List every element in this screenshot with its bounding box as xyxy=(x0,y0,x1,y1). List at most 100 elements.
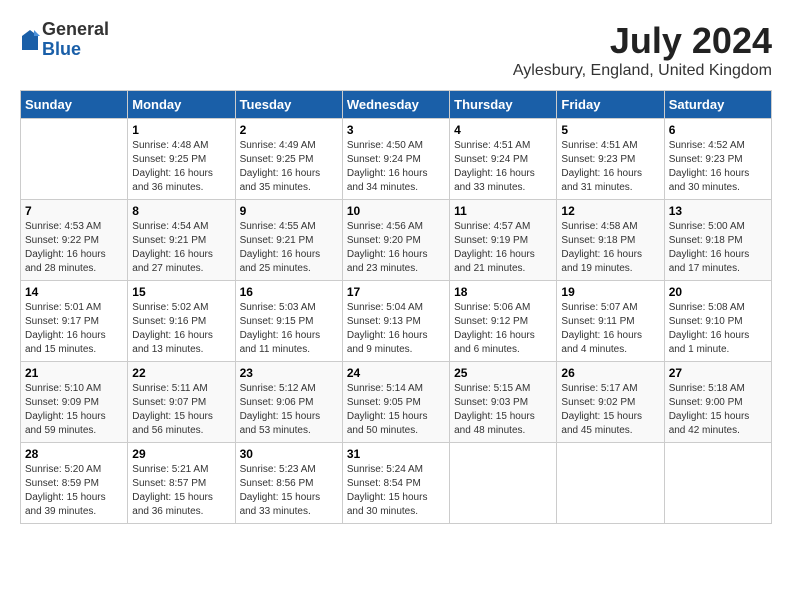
calendar-cell: 12 Sunrise: 4:58 AM Sunset: 9:18 PM Dayli… xyxy=(557,200,664,281)
calendar-cell: 29 Sunrise: 5:21 AM Sunset: 8:57 PM Dayli… xyxy=(128,443,235,524)
day-info: Sunrise: 5:03 AM Sunset: 9:15 PM Dayligh… xyxy=(240,301,338,357)
day-info: Sunrise: 5:15 AM Sunset: 9:03 PM Dayligh… xyxy=(454,382,552,438)
day-info: Sunrise: 5:20 AM Sunset: 8:59 PM Dayligh… xyxy=(25,463,123,519)
calendar-cell: 7Sunrise: 4:53 AM Sunset: 9:22 PM Daylig… xyxy=(21,200,128,281)
location-title: Aylesbury, England, United Kingdom xyxy=(513,62,772,80)
calendar-cell: 26 Sunrise: 5:17 AM Sunset: 9:02 PM Dayli… xyxy=(557,362,664,443)
day-info: Sunrise: 4:48 AM Sunset: 9:25 PM Dayligh… xyxy=(132,139,230,195)
calendar-cell xyxy=(664,443,771,524)
weekday-header: Monday xyxy=(128,91,235,119)
calendar-cell xyxy=(21,119,128,200)
calendar-cell: 13Sunrise: 5:00 AM Sunset: 9:18 PM Dayli… xyxy=(664,200,771,281)
day-number: 1 xyxy=(132,123,230,137)
logo-general-text: General xyxy=(42,20,109,40)
day-number: 11 xyxy=(454,204,552,218)
day-number: 9 xyxy=(240,204,338,218)
day-info: Sunrise: 5:07 AM Sunset: 9:11 PM Dayligh… xyxy=(561,301,659,357)
title-block: July 2024 Aylesbury, England, United Kin… xyxy=(513,20,772,80)
calendar-cell: 15Sunrise: 5:02 AM Sunset: 9:16 PM Dayli… xyxy=(128,281,235,362)
day-info: Sunrise: 4:55 AM Sunset: 9:21 PM Dayligh… xyxy=(240,220,338,276)
weekday-header: Friday xyxy=(557,91,664,119)
day-number: 19 xyxy=(561,285,659,299)
calendar-cell xyxy=(450,443,557,524)
calendar-cell: 30 Sunrise: 5:23 AM Sunset: 8:56 PM Dayli… xyxy=(235,443,342,524)
day-info: Sunrise: 4:51 AM Sunset: 9:24 PM Dayligh… xyxy=(454,139,552,195)
calendar-cell: 16 Sunrise: 5:03 AM Sunset: 9:15 PM Dayli… xyxy=(235,281,342,362)
logo: General Blue xyxy=(20,20,109,60)
day-info: Sunrise: 5:10 AM Sunset: 9:09 PM Dayligh… xyxy=(25,382,123,438)
day-number: 5 xyxy=(561,123,659,137)
calendar-cell: 19 Sunrise: 5:07 AM Sunset: 9:11 PM Dayli… xyxy=(557,281,664,362)
calendar-cell: 18 Sunrise: 5:06 AM Sunset: 9:12 PM Dayli… xyxy=(450,281,557,362)
day-number: 25 xyxy=(454,366,552,380)
weekday-header: Tuesday xyxy=(235,91,342,119)
calendar-cell: 21 Sunrise: 5:10 AM Sunset: 9:09 PM Dayli… xyxy=(21,362,128,443)
logo-blue-text: Blue xyxy=(42,40,109,60)
month-title: July 2024 xyxy=(513,20,772,62)
day-info: Sunrise: 5:04 AM Sunset: 9:13 PM Dayligh… xyxy=(347,301,445,357)
day-info: Sunrise: 5:06 AM Sunset: 9:12 PM Dayligh… xyxy=(454,301,552,357)
calendar-cell: 1 Sunrise: 4:48 AM Sunset: 9:25 PM Daylig… xyxy=(128,119,235,200)
day-number: 6 xyxy=(669,123,767,137)
day-number: 17 xyxy=(347,285,445,299)
calendar-body: 1 Sunrise: 4:48 AM Sunset: 9:25 PM Daylig… xyxy=(21,119,772,524)
calendar-cell: 27Sunrise: 5:18 AM Sunset: 9:00 PM Dayli… xyxy=(664,362,771,443)
calendar-cell: 10 Sunrise: 4:56 AM Sunset: 9:20 PM Dayli… xyxy=(342,200,449,281)
day-info: Sunrise: 4:49 AM Sunset: 9:25 PM Dayligh… xyxy=(240,139,338,195)
day-info: Sunrise: 5:21 AM Sunset: 8:57 PM Dayligh… xyxy=(132,463,230,519)
calendar-cell: 5 Sunrise: 4:51 AM Sunset: 9:23 PM Daylig… xyxy=(557,119,664,200)
calendar-cell: 3 Sunrise: 4:50 AM Sunset: 9:24 PM Daylig… xyxy=(342,119,449,200)
day-info: Sunrise: 5:08 AM Sunset: 9:10 PM Dayligh… xyxy=(669,301,767,357)
day-info: Sunrise: 4:50 AM Sunset: 9:24 PM Dayligh… xyxy=(347,139,445,195)
day-info: Sunrise: 4:51 AM Sunset: 9:23 PM Dayligh… xyxy=(561,139,659,195)
day-number: 31 xyxy=(347,447,445,461)
calendar-cell: 14 Sunrise: 5:01 AM Sunset: 9:17 PM Dayli… xyxy=(21,281,128,362)
day-info: Sunrise: 5:00 AM Sunset: 9:18 PM Dayligh… xyxy=(669,220,767,276)
calendar-cell: 9 Sunrise: 4:55 AM Sunset: 9:21 PM Daylig… xyxy=(235,200,342,281)
day-info: Sunrise: 5:17 AM Sunset: 9:02 PM Dayligh… xyxy=(561,382,659,438)
day-info: Sunrise: 4:52 AM Sunset: 9:23 PM Dayligh… xyxy=(669,139,767,195)
day-number: 26 xyxy=(561,366,659,380)
day-number: 30 xyxy=(240,447,338,461)
day-number: 23 xyxy=(240,366,338,380)
calendar-week-row: 14 Sunrise: 5:01 AM Sunset: 9:17 PM Dayli… xyxy=(21,281,772,362)
calendar-cell: 22Sunrise: 5:11 AM Sunset: 9:07 PM Dayli… xyxy=(128,362,235,443)
calendar-cell: 2 Sunrise: 4:49 AM Sunset: 9:25 PM Daylig… xyxy=(235,119,342,200)
calendar-cell: 31 Sunrise: 5:24 AM Sunset: 8:54 PM Dayli… xyxy=(342,443,449,524)
calendar-cell: 8Sunrise: 4:54 AM Sunset: 9:21 PM Daylig… xyxy=(128,200,235,281)
weekday-header: Saturday xyxy=(664,91,771,119)
weekday-header: Sunday xyxy=(21,91,128,119)
day-number: 28 xyxy=(25,447,123,461)
day-info: Sunrise: 5:18 AM Sunset: 9:00 PM Dayligh… xyxy=(669,382,767,438)
day-number: 16 xyxy=(240,285,338,299)
day-number: 18 xyxy=(454,285,552,299)
day-info: Sunrise: 4:56 AM Sunset: 9:20 PM Dayligh… xyxy=(347,220,445,276)
weekday-header: Wednesday xyxy=(342,91,449,119)
day-number: 8 xyxy=(132,204,230,218)
weekday-row: SundayMondayTuesdayWednesdayThursdayFrid… xyxy=(21,91,772,119)
calendar-week-row: 7Sunrise: 4:53 AM Sunset: 9:22 PM Daylig… xyxy=(21,200,772,281)
day-info: Sunrise: 4:57 AM Sunset: 9:19 PM Dayligh… xyxy=(454,220,552,276)
day-info: Sunrise: 5:23 AM Sunset: 8:56 PM Dayligh… xyxy=(240,463,338,519)
calendar-week-row: 21 Sunrise: 5:10 AM Sunset: 9:09 PM Dayli… xyxy=(21,362,772,443)
calendar-cell: 20 Sunrise: 5:08 AM Sunset: 9:10 PM Dayli… xyxy=(664,281,771,362)
day-number: 20 xyxy=(669,285,767,299)
calendar-cell: 23 Sunrise: 5:12 AM Sunset: 9:06 PM Dayli… xyxy=(235,362,342,443)
calendar-cell xyxy=(557,443,664,524)
day-number: 14 xyxy=(25,285,123,299)
day-info: Sunrise: 5:24 AM Sunset: 8:54 PM Dayligh… xyxy=(347,463,445,519)
page-header: General Blue July 2024 Aylesbury, Englan… xyxy=(20,20,772,80)
calendar-table: SundayMondayTuesdayWednesdayThursdayFrid… xyxy=(20,90,772,524)
day-info: Sunrise: 5:01 AM Sunset: 9:17 PM Dayligh… xyxy=(25,301,123,357)
day-number: 12 xyxy=(561,204,659,218)
day-number: 3 xyxy=(347,123,445,137)
calendar-cell: 24Sunrise: 5:14 AM Sunset: 9:05 PM Dayli… xyxy=(342,362,449,443)
calendar-cell: 6 Sunrise: 4:52 AM Sunset: 9:23 PM Daylig… xyxy=(664,119,771,200)
calendar-cell: 11 Sunrise: 4:57 AM Sunset: 9:19 PM Dayli… xyxy=(450,200,557,281)
day-number: 21 xyxy=(25,366,123,380)
day-number: 10 xyxy=(347,204,445,218)
day-number: 2 xyxy=(240,123,338,137)
day-info: Sunrise: 5:12 AM Sunset: 9:06 PM Dayligh… xyxy=(240,382,338,438)
day-number: 29 xyxy=(132,447,230,461)
day-info: Sunrise: 4:58 AM Sunset: 9:18 PM Dayligh… xyxy=(561,220,659,276)
